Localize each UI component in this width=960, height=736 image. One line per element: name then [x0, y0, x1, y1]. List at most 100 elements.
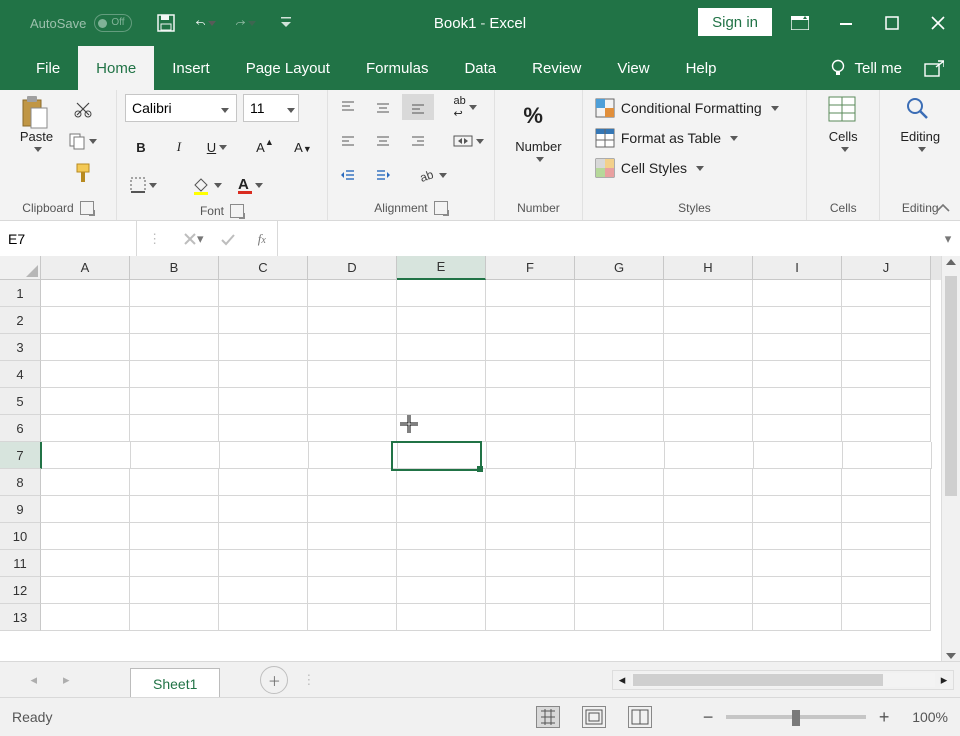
cell[interactable]	[130, 469, 219, 496]
cell[interactable]	[130, 361, 219, 388]
orientation-button[interactable]: ab	[413, 162, 452, 188]
sheet-prev-button[interactable]: ◂	[30, 672, 37, 688]
paste-button[interactable]: Paste	[14, 94, 59, 154]
cell[interactable]	[130, 523, 219, 550]
cell[interactable]	[397, 496, 486, 523]
cell[interactable]	[486, 388, 575, 415]
cell[interactable]	[219, 550, 308, 577]
cell[interactable]	[219, 334, 308, 361]
bold-button[interactable]: B	[125, 134, 157, 160]
scroll-left-button[interactable]: ◂	[613, 672, 631, 688]
cell[interactable]	[130, 415, 219, 442]
cell[interactable]	[219, 280, 308, 307]
cell[interactable]	[397, 550, 486, 577]
scroll-up-button[interactable]	[946, 259, 956, 265]
align-top-button[interactable]	[332, 94, 364, 120]
save-icon[interactable]	[156, 13, 176, 33]
conditional-formatting-button[interactable]: Conditional Formatting	[591, 94, 798, 122]
column-header[interactable]: D	[308, 256, 397, 280]
cell[interactable]	[41, 307, 130, 334]
cell[interactable]	[664, 307, 753, 334]
cell[interactable]	[308, 469, 397, 496]
minimize-button[interactable]	[832, 9, 860, 37]
cell[interactable]	[486, 415, 575, 442]
decrease-font-button[interactable]: A▼	[287, 134, 319, 160]
cell[interactable]	[130, 496, 219, 523]
cell[interactable]	[753, 307, 842, 334]
column-header[interactable]: J	[842, 256, 931, 280]
tab-data[interactable]: Data	[446, 46, 514, 90]
cell[interactable]	[219, 604, 308, 631]
cell[interactable]	[664, 469, 753, 496]
cell[interactable]	[487, 442, 576, 469]
cell[interactable]	[41, 361, 130, 388]
tab-review[interactable]: Review	[514, 46, 599, 90]
cell[interactable]	[308, 334, 397, 361]
cell[interactable]	[842, 361, 931, 388]
page-break-view-button[interactable]	[628, 706, 652, 728]
row-header[interactable]: 12	[0, 577, 41, 604]
cell[interactable]	[220, 442, 309, 469]
cell[interactable]	[753, 496, 842, 523]
column-header[interactable]: I	[753, 256, 842, 280]
cell[interactable]	[41, 523, 130, 550]
autosave-toggle[interactable]: Off	[94, 14, 131, 32]
font-size-combo[interactable]	[243, 94, 299, 122]
cell[interactable]	[575, 469, 664, 496]
cell[interactable]	[575, 523, 664, 550]
row-header[interactable]: 6	[0, 415, 41, 442]
sign-in-button[interactable]: Sign in	[698, 8, 772, 36]
cell[interactable]	[130, 334, 219, 361]
cell[interactable]	[308, 550, 397, 577]
tab-help[interactable]: Help	[668, 46, 735, 90]
cell[interactable]	[575, 415, 664, 442]
cell[interactable]	[486, 550, 575, 577]
cell[interactable]	[486, 280, 575, 307]
italic-button[interactable]: I	[163, 134, 195, 160]
cell[interactable]	[664, 496, 753, 523]
cell[interactable]	[486, 523, 575, 550]
cell[interactable]	[308, 361, 397, 388]
cell[interactable]	[486, 361, 575, 388]
cell[interactable]	[753, 280, 842, 307]
cell[interactable]	[842, 415, 931, 442]
tab-scroll-gripper[interactable]: ⋮	[302, 672, 315, 688]
copy-button[interactable]	[63, 128, 102, 154]
scroll-right-button[interactable]: ▸	[935, 672, 953, 688]
cell[interactable]	[130, 577, 219, 604]
cell[interactable]	[753, 550, 842, 577]
cell[interactable]	[219, 577, 308, 604]
worksheet-grid[interactable]: ABCDEFGHIJ 12345678910111213	[0, 256, 960, 662]
cell[interactable]	[664, 415, 753, 442]
cell[interactable]	[41, 550, 130, 577]
page-layout-view-button[interactable]	[582, 706, 606, 728]
format-painter-button[interactable]	[63, 160, 102, 186]
cell[interactable]	[664, 334, 753, 361]
font-name-combo[interactable]	[125, 94, 237, 122]
cell[interactable]	[842, 604, 931, 631]
cell[interactable]	[842, 280, 931, 307]
number-format-button[interactable]: % Number	[509, 94, 567, 164]
cell[interactable]	[130, 388, 219, 415]
cell[interactable]	[308, 577, 397, 604]
column-header[interactable]: F	[486, 256, 575, 280]
cell[interactable]	[42, 442, 131, 469]
cell[interactable]	[130, 307, 219, 334]
cell[interactable]	[486, 604, 575, 631]
sheet-tab-active[interactable]: Sheet1	[130, 668, 220, 699]
cell[interactable]	[842, 469, 931, 496]
row-header[interactable]: 9	[0, 496, 41, 523]
cell[interactable]	[308, 496, 397, 523]
column-header[interactable]: G	[575, 256, 664, 280]
cell[interactable]	[130, 550, 219, 577]
cell[interactable]	[843, 442, 932, 469]
column-header[interactable]: H	[664, 256, 753, 280]
cell[interactable]	[753, 388, 842, 415]
formula-input[interactable]	[278, 221, 936, 257]
cell-styles-button[interactable]: Cell Styles	[591, 154, 798, 182]
cell[interactable]	[753, 604, 842, 631]
cell[interactable]	[219, 361, 308, 388]
cell[interactable]	[664, 388, 753, 415]
sheet-next-button[interactable]: ▸	[63, 672, 70, 688]
column-header[interactable]: B	[130, 256, 219, 280]
